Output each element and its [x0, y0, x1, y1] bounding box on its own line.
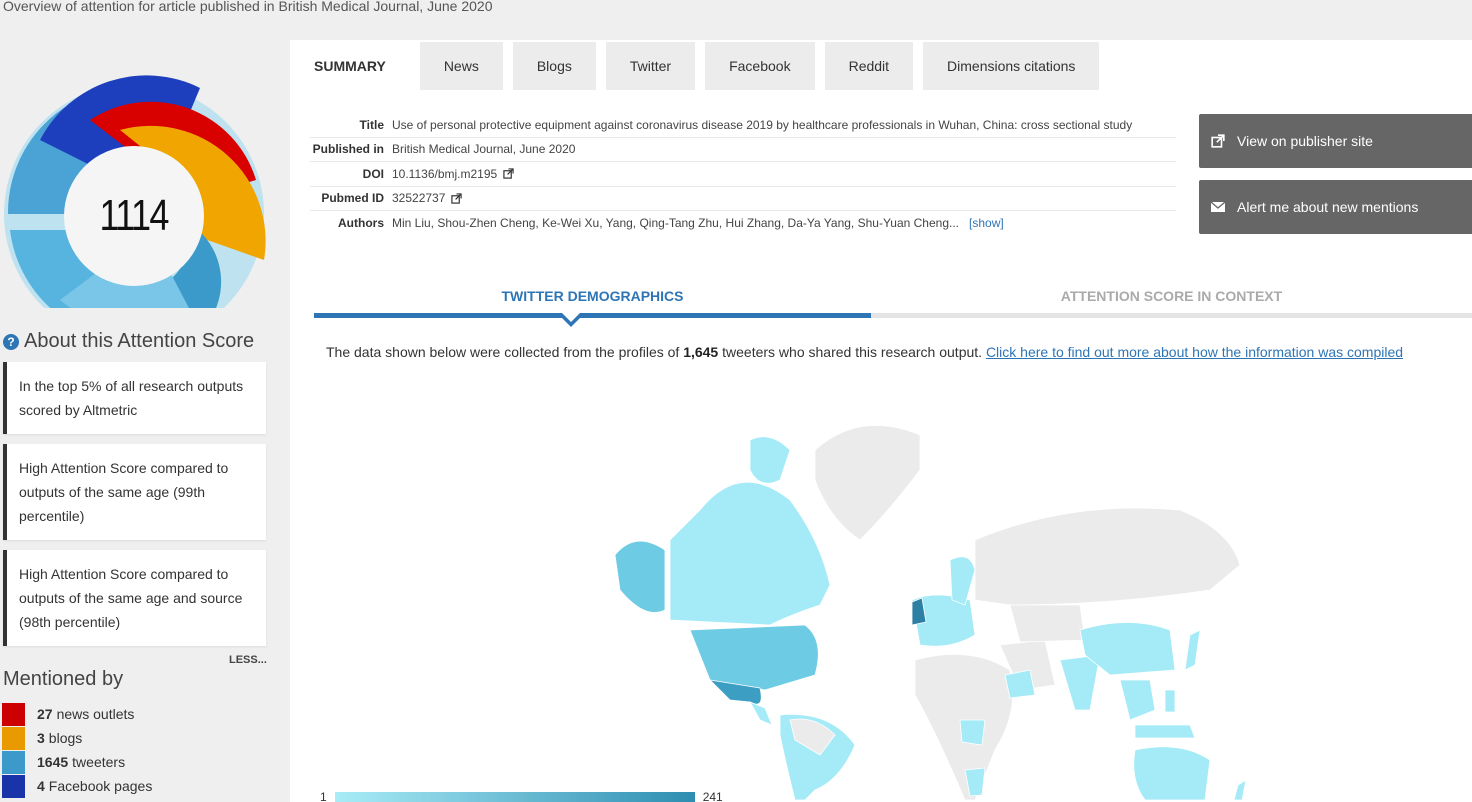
- mention-news[interactable]: 27 news outlets: [2, 702, 134, 726]
- map-central-africa[interactable]: [959, 719, 986, 746]
- meta-row-pubmed: Pubmed ID 32522737: [310, 187, 1176, 211]
- about-score-label: About this Attention Score: [24, 330, 255, 352]
- question-icon[interactable]: ?: [3, 333, 19, 350]
- tab-twitter[interactable]: Twitter: [605, 42, 696, 90]
- mention-facebook[interactable]: 4 Facebook pages: [2, 774, 152, 798]
- authors-value: Min Liu, Shou-Zhen Cheng, Ke-Wei Xu, Yan…: [392, 216, 960, 231]
- attention-score-donut[interactable]: 1114: [0, 40, 270, 344]
- map-australia[interactable]: [1133, 746, 1211, 800]
- legend-gradient-bar: [334, 792, 695, 802]
- published-value: British Medical Journal, June 2020: [392, 142, 576, 157]
- alert-mentions-button[interactable]: Alert me about new mentions: [1199, 180, 1472, 234]
- authors-value-wrap: Min Liu, Shou-Zhen Cheng, Ke-Wei Xu, Yan…: [392, 216, 1004, 230]
- legend-max: 241: [702, 790, 723, 802]
- map-southeast-asia[interactable]: [1119, 679, 1156, 721]
- view-publisher-label: View on publisher site: [1237, 133, 1373, 149]
- compiled-info-link[interactable]: Click here to find out more about how th…: [986, 344, 1403, 360]
- mention-count: 4: [37, 778, 45, 794]
- meta-row-title: Title Use of personal protective equipme…: [310, 113, 1176, 138]
- published-label: Published in: [312, 142, 384, 157]
- map-india[interactable]: [1059, 654, 1101, 711]
- doi-value-wrap[interactable]: 10.1136/bmj.m2195: [392, 167, 514, 181]
- score-card-same-source: High Attention Score compared to outputs…: [3, 550, 266, 646]
- main-panel: SUMMARY News Blogs Twitter Facebook Redd…: [290, 40, 1472, 802]
- meta-row-authors: Authors Min Liu, Shou-Zhen Cheng, Ke-Wei…: [310, 211, 1176, 236]
- tab-dimensions[interactable]: Dimensions citations: [923, 42, 1100, 90]
- news-swatch: [2, 702, 25, 726]
- map-canadian-islands[interactable]: [749, 436, 791, 484]
- map-greenland[interactable]: [814, 425, 921, 541]
- map-philippines[interactable]: [1164, 689, 1176, 713]
- doi-value[interactable]: 10.1136/bmj.m2195: [392, 167, 497, 181]
- view-publisher-button[interactable]: View on publisher site: [1199, 114, 1472, 168]
- external-link-icon: [1211, 134, 1225, 148]
- doi-label: DOI: [362, 166, 384, 181]
- meta-row-published: Published in British Medical Journal, Ju…: [310, 138, 1176, 162]
- tab-summary[interactable]: SUMMARY: [290, 42, 410, 90]
- tab-facebook[interactable]: Facebook: [705, 42, 815, 90]
- title-label: Title: [359, 117, 384, 132]
- score-value: 1114: [99, 191, 170, 240]
- external-link-icon[interactable]: [503, 168, 514, 179]
- mentioned-by-title: Mentioned by: [3, 668, 124, 690]
- legend-min: 1: [320, 790, 327, 802]
- tweeter-count: 1,645: [683, 344, 719, 360]
- authors-label: Authors: [338, 216, 384, 231]
- mention-tweeters[interactable]: 1645 tweeters: [2, 750, 125, 774]
- pubmed-value[interactable]: 32522737: [392, 191, 445, 205]
- tab-blogs[interactable]: Blogs: [512, 42, 596, 90]
- mention-count: 3: [37, 730, 45, 746]
- map-alaska[interactable]: [614, 540, 666, 613]
- map-russia[interactable]: [974, 507, 1241, 606]
- map-new-zealand[interactable]: [1233, 779, 1247, 800]
- tab-bar: SUMMARY News Blogs Twitter Facebook Redd…: [290, 42, 1109, 90]
- map-japan[interactable]: [1184, 629, 1201, 671]
- mention-blogs[interactable]: 3 blogs: [2, 726, 82, 750]
- map-saudi-arabia[interactable]: [1004, 669, 1036, 699]
- map-central-asia[interactable]: [1009, 604, 1086, 643]
- active-subtab-caret: [559, 313, 583, 327]
- mention-label: tweeters: [72, 754, 126, 770]
- map-central-america[interactable]: [749, 701, 773, 726]
- facebook-swatch: [2, 774, 25, 798]
- map-legend: 1 241: [320, 790, 723, 802]
- about-score-title: ? About this Attention Score: [3, 330, 254, 353]
- envelope-icon: [1211, 201, 1225, 212]
- blogs-swatch: [2, 726, 25, 750]
- meta-row-doi: DOI 10.1136/bmj.m2195: [310, 162, 1176, 187]
- mention-label: news outlets: [56, 706, 135, 722]
- show-authors-link[interactable]: [show]: [969, 216, 1004, 230]
- tab-news[interactable]: News: [419, 42, 503, 90]
- less-link[interactable]: LESS...: [229, 654, 267, 666]
- mention-label: Facebook pages: [48, 778, 153, 794]
- article-metadata: Title Use of personal protective equipme…: [310, 113, 1176, 236]
- map-canada[interactable]: [669, 481, 831, 626]
- collected-suffix: tweeters who shared this research output…: [722, 344, 983, 360]
- collected-prefix: The data shown below were collected from…: [326, 344, 680, 360]
- mention-label: blogs: [48, 730, 83, 746]
- pubmed-label: Pubmed ID: [321, 191, 384, 206]
- mention-count: 1645: [37, 754, 69, 770]
- score-card-top5: In the top 5% of all research outputs sc…: [3, 362, 266, 434]
- map-indonesia[interactable]: [1134, 724, 1196, 739]
- title-value: Use of personal protective equipment aga…: [392, 117, 1133, 132]
- score-circle: 1114: [64, 146, 204, 286]
- mention-count: 27: [37, 706, 53, 722]
- map-scandinavia[interactable]: [949, 556, 976, 606]
- page-heading: Overview of attention for article publis…: [3, 0, 493, 14]
- score-card-same-age: High Attention Score compared to outputs…: [3, 444, 266, 540]
- alert-mentions-label: Alert me about new mentions: [1237, 199, 1419, 215]
- tab-reddit[interactable]: Reddit: [824, 42, 914, 90]
- twitter-swatch: [2, 750, 25, 774]
- external-link-icon[interactable]: [451, 193, 463, 204]
- subtab-twitter-demographics[interactable]: TWITTER DEMOGRAPHICS: [314, 278, 871, 318]
- collected-note: The data shown below were collected from…: [326, 344, 1403, 360]
- subtab-bar: TWITTER DEMOGRAPHICS ATTENTION SCORE IN …: [314, 278, 1472, 318]
- world-map[interactable]: [590, 390, 1280, 800]
- pubmed-value-wrap[interactable]: 32522737: [392, 191, 463, 205]
- subtab-attention-context[interactable]: ATTENTION SCORE IN CONTEXT: [871, 278, 1472, 318]
- map-usa[interactable]: [689, 624, 819, 691]
